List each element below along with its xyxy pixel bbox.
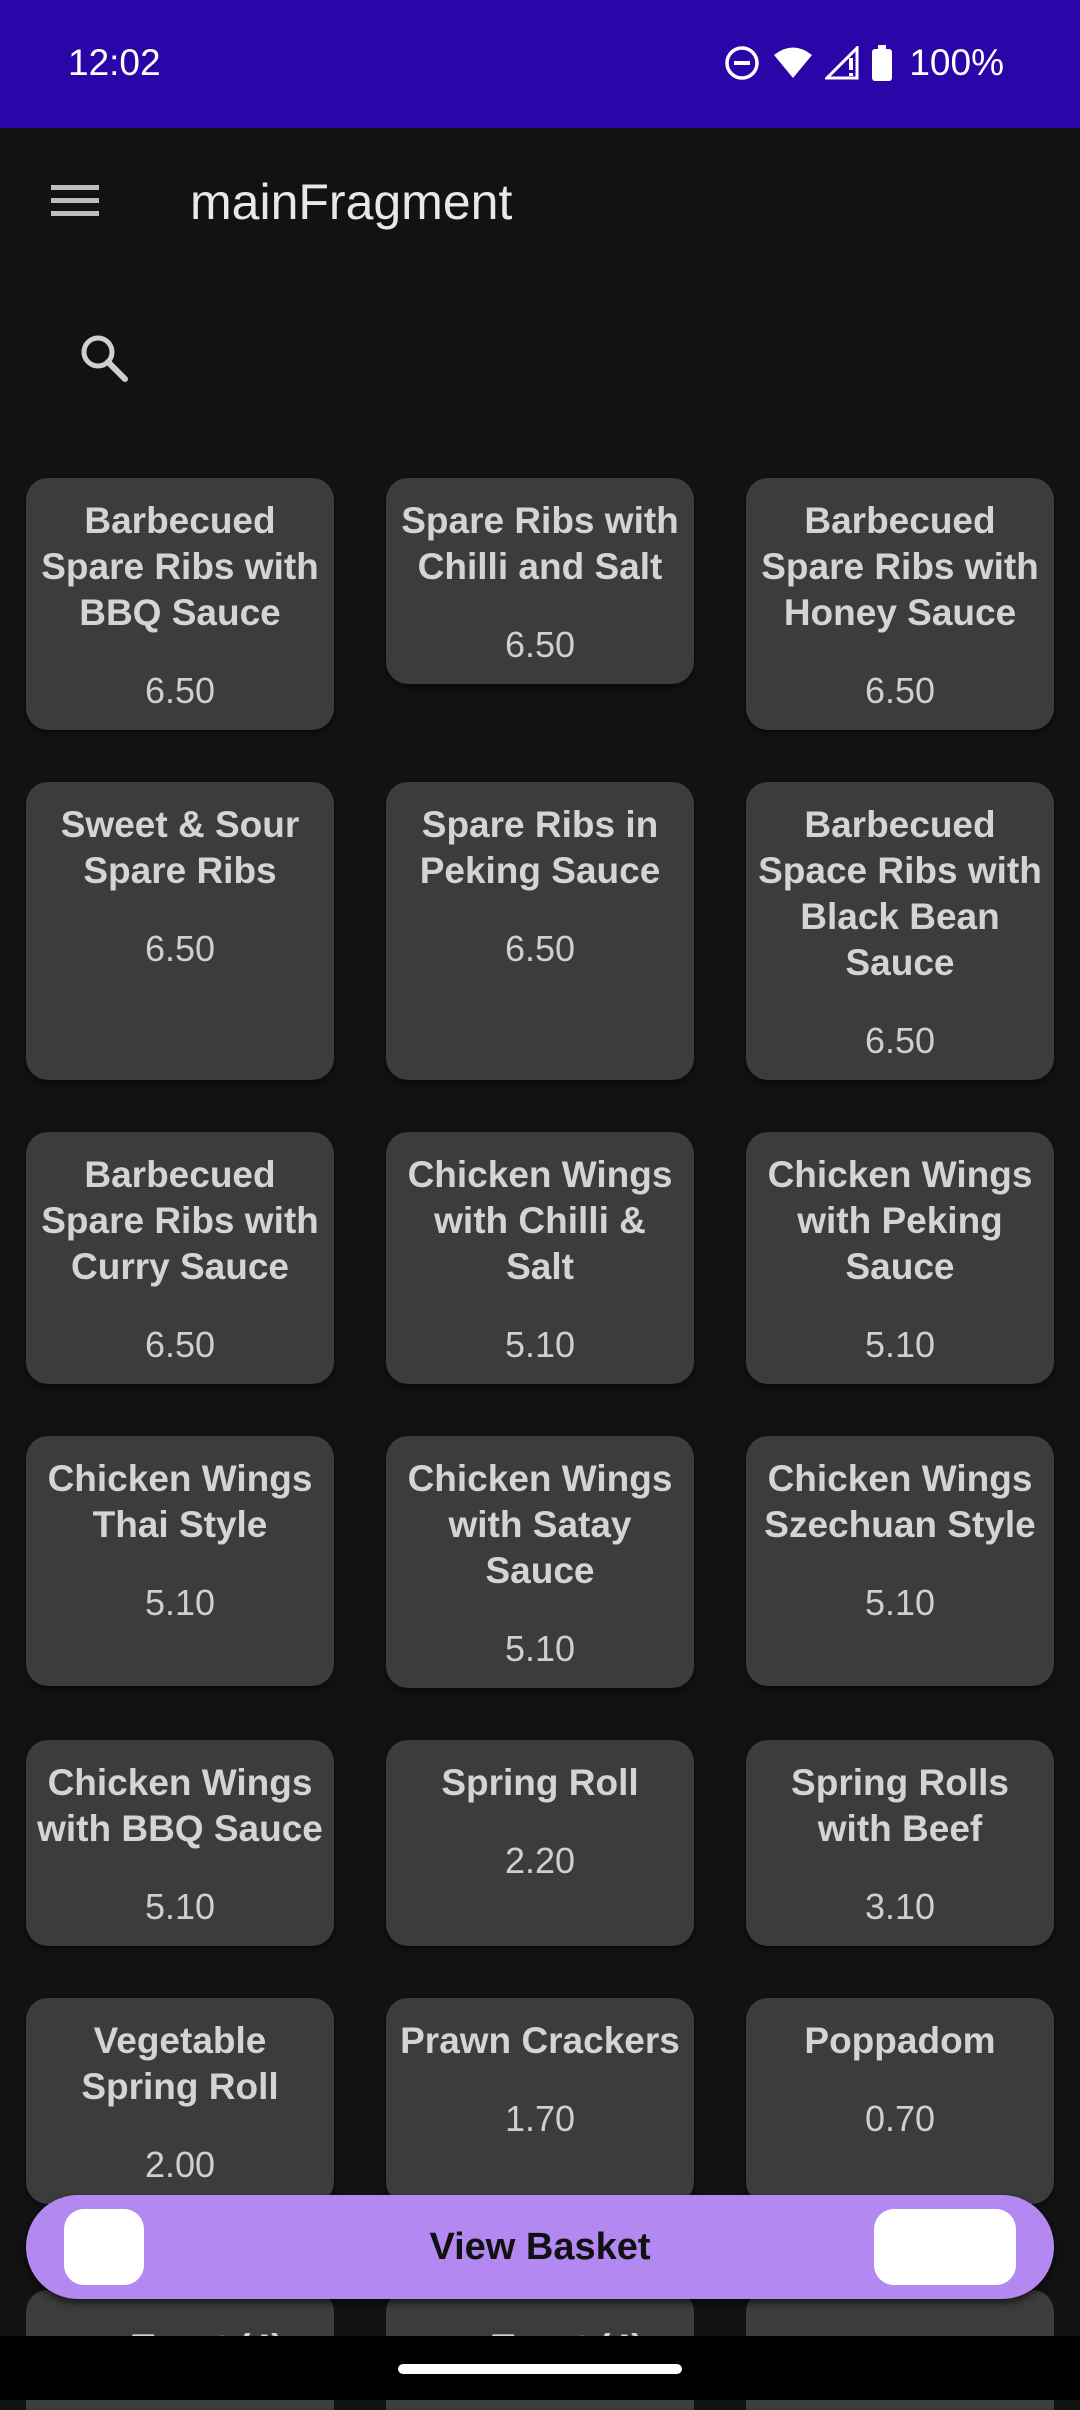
menu-item-name: Vegetable Spring Roll (81, 2020, 279, 2107)
menu-item-card[interactable]: Chicken Wings with Satay Sauce 5.10 (386, 1436, 694, 1688)
menu-item-price: 5.10 (504, 1324, 576, 1365)
menu-item-name: Prawn Crackers (400, 2020, 680, 2061)
menu-item-price: 6.50 (144, 670, 216, 711)
battery-percentage: 100% (909, 42, 1004, 83)
menu-item-card[interactable]: Sweet & Sour Spare Ribs 6.50 (26, 782, 334, 1080)
menu-item-card[interactable]: Chicken Wings with BBQ Sauce 5.10 (26, 1740, 334, 1946)
do-not-disturb-icon (723, 44, 761, 82)
menu-item-name: Barbecued Space Ribs with Black Bean Sau… (758, 804, 1042, 983)
signal-icon (825, 46, 859, 80)
menu-item-price: 5.10 (864, 1324, 936, 1365)
menu-item-card[interactable]: Chicken Wings with Chilli & Salt 5.10 (386, 1132, 694, 1384)
wifi-icon (773, 46, 813, 80)
status-bar: 12:02 100% (0, 0, 1080, 128)
menu-item-price: 0.70 (864, 2098, 936, 2139)
menu-button[interactable] (40, 168, 110, 238)
menu-item-card[interactable]: Spring Roll 2.20 (386, 1740, 694, 1946)
menu-item-price: 3.10 (864, 1886, 936, 1927)
menu-item-card[interactable]: Spare Ribs with Chilli and Salt 6.50 (386, 478, 694, 684)
basket-right-box (874, 2209, 1016, 2285)
menu-item-price: 6.50 (864, 1020, 936, 1061)
menu-item-name: Sweet & Sour Spare Ribs (60, 804, 300, 891)
menu-item-card[interactable]: Chicken Wings with Peking Sauce 5.10 (746, 1132, 1054, 1384)
menu-item-name: Chicken Wings with Chilli & Salt (407, 1154, 673, 1287)
menu-item-card[interactable]: Spring Rolls with Beef 3.10 (746, 1740, 1054, 1946)
menu-item-price: 5.10 (144, 1582, 216, 1623)
search-button[interactable] (72, 328, 136, 392)
menu-item-price: 5.10 (864, 1582, 936, 1623)
menu-item-name: Barbecued Spare Ribs with Honey Sauce (761, 500, 1039, 633)
page-title: mainFragment (190, 174, 513, 230)
menu-item-price: 2.00 (144, 2144, 216, 2185)
menu-item-price: 6.50 (504, 624, 576, 665)
menu-grid: Barbecued Spare Ribs with BBQ Sauce 6.50… (26, 478, 1054, 2256)
menu-item-card[interactable]: Poppadom 0.70 (746, 1998, 1054, 2204)
menu-item-name: Chicken Wings with BBQ Sauce (37, 1762, 323, 1849)
menu-item-card[interactable]: Chicken Wings Szechuan Style 5.10 (746, 1436, 1054, 1686)
menu-item-name: Chicken Wings with Satay Sauce (407, 1458, 673, 1591)
menu-item-price: 5.10 (144, 1886, 216, 1927)
status-time: 12:02 (68, 42, 161, 83)
menu-item-price: 1.70 (504, 2098, 576, 2139)
menu-item-card[interactable]: Barbecued Space Ribs with Black Bean Sau… (746, 782, 1054, 1080)
menu-item-name: Spring Rolls with Beef (791, 1762, 1009, 1849)
menu-item-price: 6.50 (504, 928, 576, 969)
menu-item-price: 6.50 (864, 670, 936, 711)
menu-item-name: Chicken Wings Szechuan Style (764, 1458, 1036, 1545)
menu-item-card[interactable]: Barbecued Spare Ribs with Honey Sauce 6.… (746, 478, 1054, 730)
menu-item-price: 5.10 (504, 1628, 576, 1669)
menu-item-card[interactable]: Vegetable Spring Roll 2.00 (26, 1998, 334, 2204)
app-bar: mainFragment (0, 128, 1080, 278)
menu-item-name: Spare Ribs in Peking Sauce (419, 804, 661, 891)
menu-item-price: 6.50 (144, 1324, 216, 1365)
menu-item-name: Chicken Wings Thai Style (47, 1458, 313, 1545)
menu-item-card[interactable]: Barbecued Spare Ribs with BBQ Sauce 6.50 (26, 478, 334, 730)
menu-item-name: Poppadom (804, 2020, 996, 2061)
search-icon (78, 332, 130, 389)
status-icons: 100% (723, 38, 1004, 88)
menu-item-card[interactable]: Barbecued Spare Ribs with Curry Sauce 6.… (26, 1132, 334, 1384)
navigation-bar (0, 2336, 1080, 2400)
menu-item-name: Barbecued Spare Ribs with BBQ Sauce (41, 500, 319, 633)
menu-item-name: Spare Ribs with Chilli and Salt (401, 500, 679, 587)
menu-item-price: 2.20 (504, 1840, 576, 1881)
menu-item-name: Chicken Wings with Peking Sauce (767, 1154, 1033, 1287)
view-basket-button[interactable]: View Basket (26, 2195, 1054, 2299)
menu-item-price: 6.50 (144, 928, 216, 969)
menu-icon (49, 181, 101, 226)
menu-item-card[interactable]: Chicken Wings Thai Style 5.10 (26, 1436, 334, 1686)
menu-item-card[interactable]: Prawn Crackers 1.70 (386, 1998, 694, 2204)
home-gesture-handle[interactable] (398, 2364, 682, 2374)
battery-icon (871, 45, 893, 81)
menu-item-name: Spring Roll (441, 1762, 639, 1803)
menu-item-card[interactable]: Spare Ribs in Peking Sauce 6.50 (386, 782, 694, 1080)
menu-item-name: Barbecued Spare Ribs with Curry Sauce (41, 1154, 319, 1287)
